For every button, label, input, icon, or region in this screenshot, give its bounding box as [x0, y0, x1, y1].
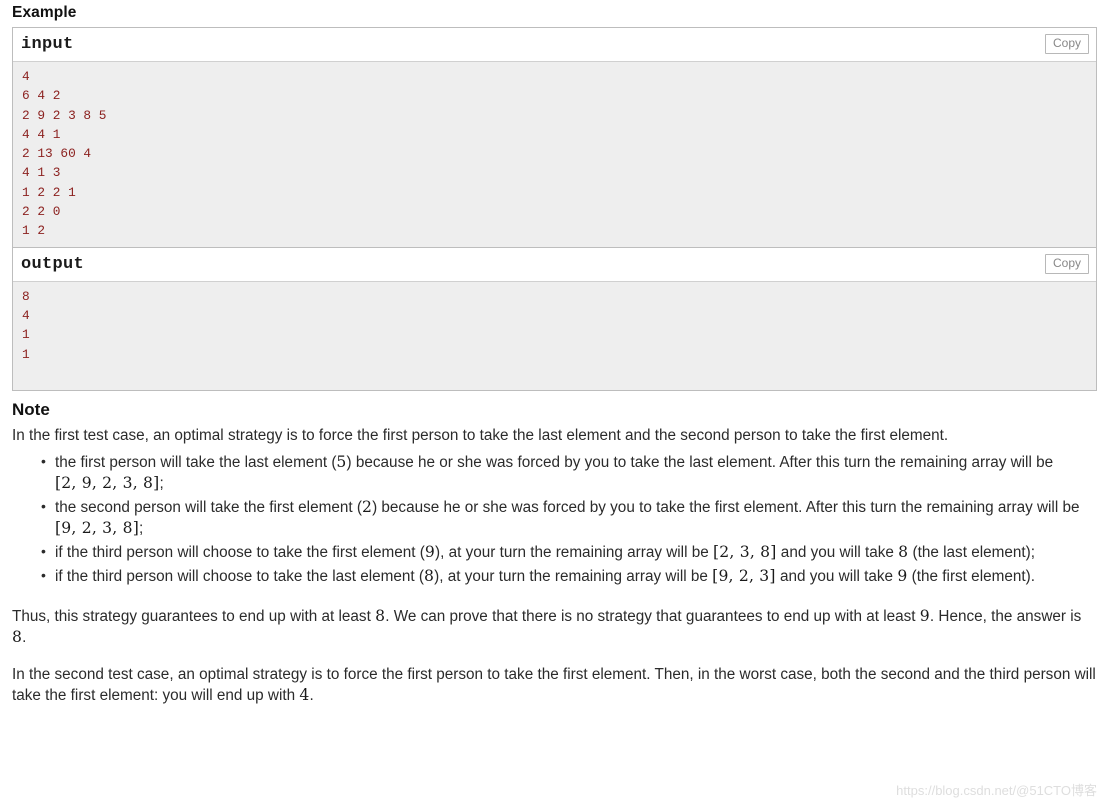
output-content: 8 4 1 1 — [13, 281, 1096, 390]
bullet-text: ; — [159, 474, 164, 492]
bullet-text: ) because he or she was forced by you to… — [372, 498, 1080, 516]
sample-tests-container: input Copy 4 6 4 2 2 9 2 3 8 5 4 4 1 2 1… — [12, 27, 1097, 391]
list-item: if the third person will choose to take … — [41, 541, 1097, 563]
math-value: 8 — [424, 566, 435, 585]
math-value: 8 — [12, 627, 23, 646]
math-value: 9 — [919, 606, 930, 625]
math-value: 5 — [336, 452, 347, 471]
math-array: [9, 2, 3, 8] — [55, 518, 139, 537]
note-second-case: In the second test case, an optimal stra… — [12, 664, 1097, 706]
math-value: 8 — [898, 542, 909, 561]
bullet-text: ; — [139, 519, 144, 537]
note-intro: In the first test case, an optimal strat… — [12, 426, 949, 444]
conclusion-text: . — [22, 628, 27, 646]
input-title: input — [21, 35, 74, 54]
bullet-text: and you will take — [775, 567, 898, 585]
note-conclusion: Thus, this strategy guarantees to end up… — [12, 606, 1097, 648]
second-case-text: . — [309, 686, 314, 704]
bullet-text: if the third person will choose to take … — [55, 543, 425, 561]
note-bullet-list: the first person will take the last elem… — [12, 451, 1097, 587]
math-array: [9, 2, 3] — [712, 566, 776, 585]
second-case-text: In the second test case, an optimal stra… — [12, 665, 1096, 704]
output-title: output — [21, 254, 85, 274]
math-value: 4 — [299, 685, 310, 704]
csdn-watermark: https://blog.csdn.net/@51CTO博客 — [896, 783, 1097, 798]
bullet-text: and you will take — [776, 543, 899, 561]
conclusion-text: Thus, this strategy guarantees to end up… — [12, 607, 376, 625]
input-header: input Copy — [13, 28, 1096, 62]
list-item: the second person will take the first el… — [41, 496, 1097, 539]
sample-test-output: output Copy 8 4 1 1 — [13, 247, 1096, 390]
note-heading: Note — [12, 399, 50, 419]
bullet-text: ), at your turn the remaining array will… — [434, 567, 713, 585]
list-item: if the third person will choose to take … — [41, 565, 1097, 587]
math-value: 9 — [897, 566, 908, 585]
bullet-text: ), at your turn the remaining array will… — [434, 543, 713, 561]
copy-input-button[interactable]: Copy — [1044, 34, 1089, 54]
bullet-text: (the first element). — [907, 567, 1035, 585]
math-value: 8 — [375, 606, 386, 625]
math-value: 9 — [424, 542, 435, 561]
sample-test-input: input Copy 4 6 4 2 2 9 2 3 8 5 4 4 1 2 1… — [13, 28, 1096, 248]
problem-page: Example input Copy 4 6 4 2 2 9 2 3 8 5 4… — [0, 4, 1109, 706]
bullet-text: the first person will take the last elem… — [55, 453, 337, 471]
bullet-text: the second person will take the first el… — [55, 498, 362, 516]
math-array: [2, 9, 2, 3, 8] — [55, 473, 160, 492]
bullet-text: ) because he or she was forced by you to… — [346, 453, 1054, 471]
bullet-text: if the third person will choose to take … — [55, 567, 425, 585]
conclusion-text: . Hence, the answer is — [929, 607, 1082, 625]
input-content: 4 6 4 2 2 9 2 3 8 5 4 4 1 2 13 60 4 4 1 … — [13, 62, 1096, 247]
math-array: [2, 3, 8] — [713, 542, 777, 561]
output-header: output Copy — [13, 247, 1096, 282]
conclusion-text: . We can prove that there is no strategy… — [385, 607, 920, 625]
note-body: In the first test case, an optimal strat… — [12, 425, 1097, 706]
bullet-text: (the last element); — [908, 543, 1035, 561]
math-value: 2 — [361, 497, 373, 516]
list-item: the first person will take the last elem… — [41, 451, 1097, 494]
example-heading: Example — [12, 4, 77, 21]
copy-output-button[interactable]: Copy — [1044, 253, 1089, 274]
